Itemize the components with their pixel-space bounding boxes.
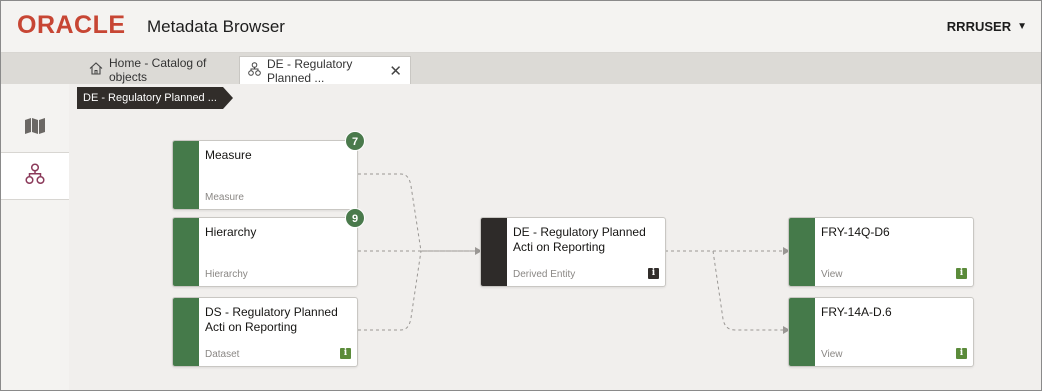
- info-icon[interactable]: i: [648, 268, 659, 279]
- node-color-bar: [789, 298, 815, 366]
- node-fry-14q-d6[interactable]: FRY-14Q-D6 View i: [788, 217, 974, 287]
- node-color-bar: [173, 218, 199, 286]
- node-color-bar: [173, 141, 199, 209]
- node-derived-entity[interactable]: DE - Regulatory Planned Acti on Reportin…: [480, 217, 666, 287]
- node-title: FRY-14A-D.6: [821, 305, 892, 319]
- node-color-bar: [789, 218, 815, 286]
- node-title: DS - Regulatory Planned Acti on Reportin…: [205, 305, 338, 334]
- edge-measure: [358, 173, 475, 252]
- node-type: Measure: [205, 192, 244, 203]
- node-type: Hierarchy: [205, 269, 248, 280]
- node-color-bar: [481, 218, 507, 286]
- count-badge[interactable]: 9: [345, 208, 365, 228]
- node-type: Derived Entity: [513, 269, 576, 280]
- node-type: View: [821, 349, 843, 360]
- node-title: Measure: [205, 148, 252, 162]
- node-type: View: [821, 269, 843, 280]
- node-measure[interactable]: Measure Measure 7: [172, 131, 365, 210]
- count-badge[interactable]: 7: [345, 131, 365, 151]
- info-icon[interactable]: i: [340, 348, 351, 359]
- node-title: FRY-14Q-D6: [821, 225, 890, 239]
- node-title: Hierarchy: [205, 225, 257, 239]
- node-dataset[interactable]: DS - Regulatory Planned Acti on Reportin…: [172, 297, 358, 367]
- info-icon[interactable]: i: [956, 348, 967, 359]
- node-color-bar: [173, 298, 199, 366]
- info-icon[interactable]: i: [956, 268, 967, 279]
- node-title: DE - Regulatory Planned Acti on Reportin…: [513, 225, 646, 254]
- edge-to-fry14a: [665, 250, 783, 331]
- node-hierarchy[interactable]: Hierarchy Hierarchy 9: [172, 208, 365, 287]
- node-fry-14a-d6[interactable]: FRY-14A-D.6 View i: [788, 297, 974, 367]
- node-type: Dataset: [205, 349, 240, 360]
- edge-dataset: [358, 250, 422, 331]
- app-window: ORACLE Metadata Browser RRRUSER ▼ Home -…: [0, 0, 1042, 391]
